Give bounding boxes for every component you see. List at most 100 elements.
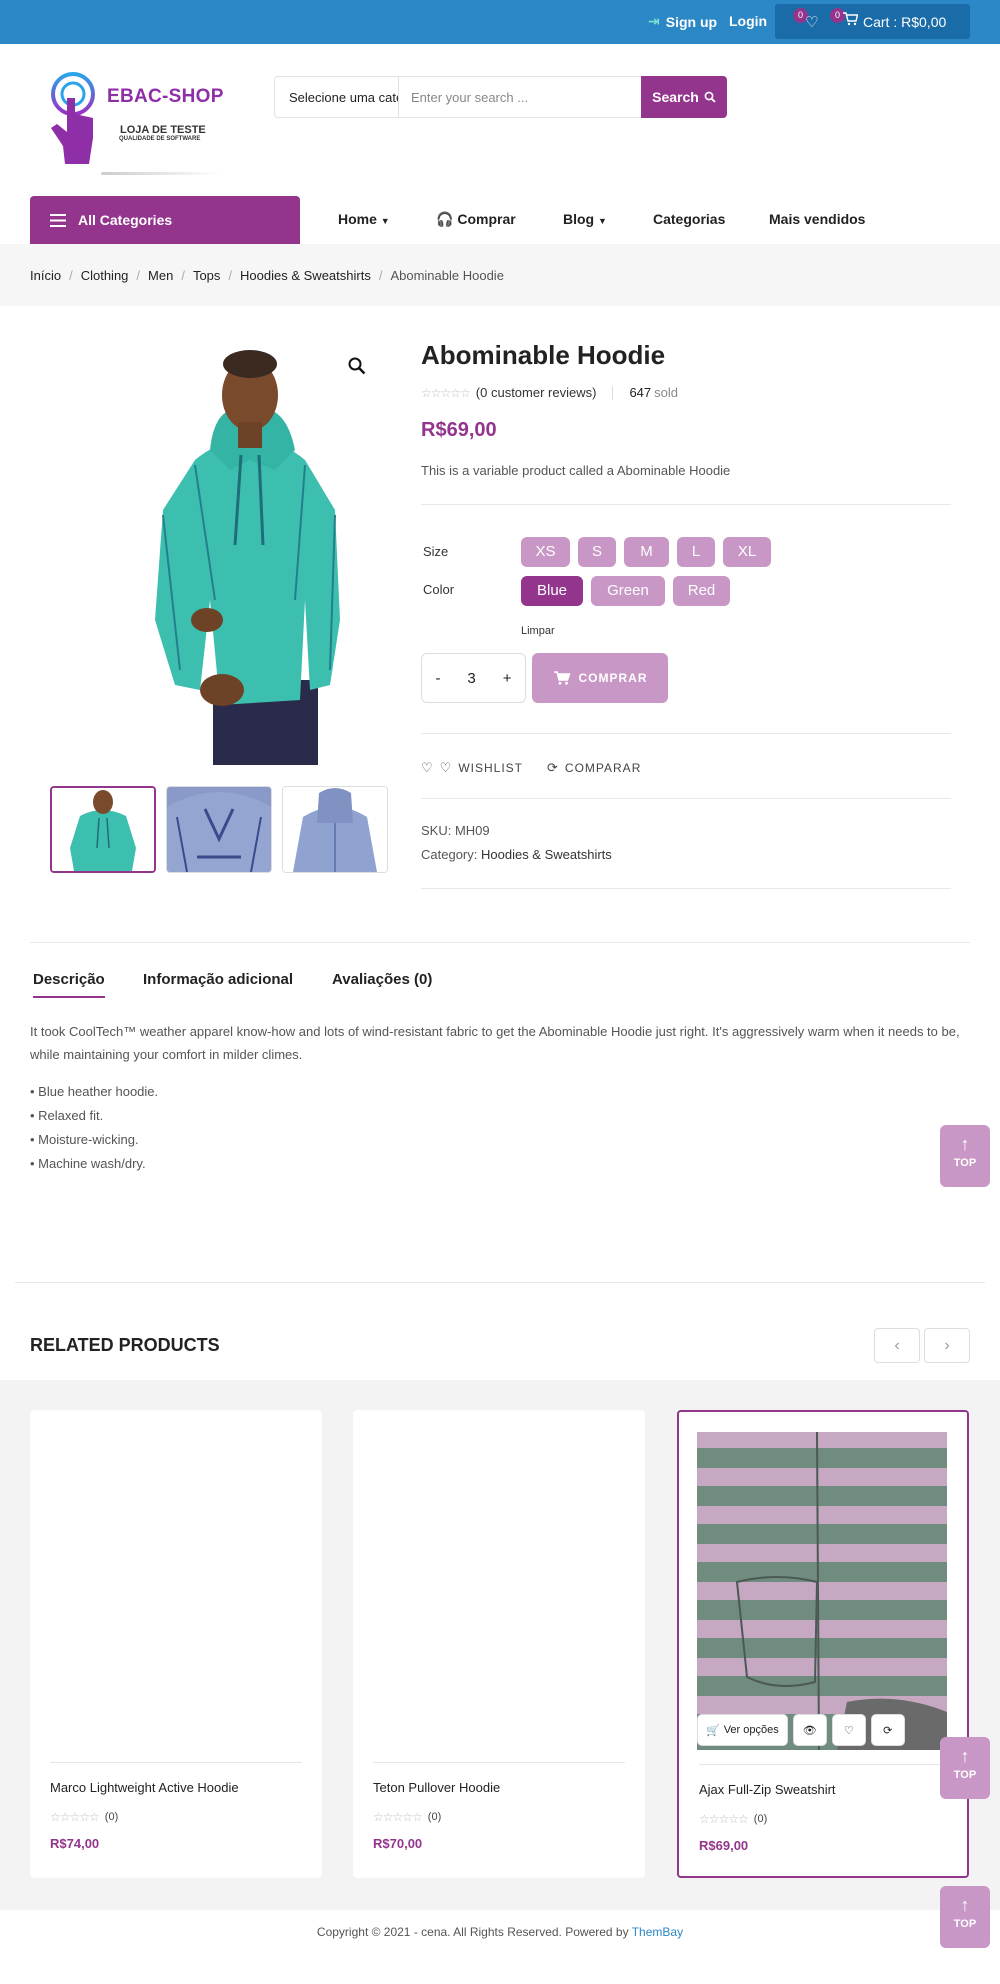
search-input[interactable] [401,78,631,116]
divider [15,1282,985,1283]
breadcrumb-item[interactable]: Clothing [81,268,129,283]
cart-icon[interactable] [842,12,859,30]
color-option-green[interactable]: Green [591,576,665,606]
breadcrumb-current: Abominable Hoodie [390,268,504,283]
product-card-name[interactable]: Teton Pullover Hoodie [373,1780,500,1795]
quick-view-button[interactable]: 👁 [792,1714,827,1746]
breadcrumb-item[interactable]: Tops [193,268,220,283]
hamburger-icon [50,213,66,227]
nav-home[interactable]: Home ▼ [338,211,390,227]
list-item: • Relaxed fit. [30,1108,104,1123]
chevron-right-icon: › [944,1337,950,1354]
color-option-red[interactable]: Red [673,576,730,606]
compare-button[interactable]: ⟳ [870,1714,905,1746]
product-thumbnail[interactable] [282,786,388,873]
carousel-next-button[interactable]: › [924,1328,970,1363]
carousel-prev-button[interactable]: ‹ [874,1328,920,1363]
product-card-price: R$70,00 [373,1836,423,1851]
product-card[interactable]: Teton Pullover Hoodie ☆☆☆☆☆ (0) R$70,00 [353,1410,645,1878]
divider [30,942,970,943]
size-option-m[interactable]: M [624,537,669,567]
search-category-select[interactable]: Selecione uma categoria [275,77,399,117]
product-card[interactable]: Marco Lightweight Active Hoodie ☆☆☆☆☆ (0)… [30,1410,322,1878]
category-link[interactable]: Hoodies & Sweatshirts [481,847,612,862]
nav-blog[interactable]: Blog ▼ [563,211,607,227]
nav-categorias[interactable]: Categorias [653,211,725,227]
star-rating-icon: ☆☆☆☆☆ [421,385,471,400]
quantity-stepper: - 3 + [421,653,526,703]
cart-total[interactable]: Cart : R$0,00 [863,14,946,30]
wishlist-button[interactable]: ♡ [831,1714,866,1746]
breadcrumb-item[interactable]: Hoodies & Sweatshirts [240,268,371,283]
heart-icon: ♡ [843,1724,854,1737]
size-option-l[interactable]: L [677,537,715,567]
cart-icon [553,671,570,685]
sold-label: sold [654,385,678,400]
product-thumbnail[interactable] [166,786,272,873]
site-logo[interactable]: EBAC-SHOP LOJA DE TESTE QUALIDADE DE SOF… [45,72,225,177]
compare-link[interactable]: ⟳ COMPARAR [547,760,641,776]
quantity-input[interactable]: 3 [467,670,475,687]
product-card-name[interactable]: Marco Lightweight Active Hoodie [50,1780,239,1795]
clear-selection-link[interactable]: Limpar [521,625,555,637]
product-sku: SKU: MH09 [421,823,490,838]
logo-tagline: QUALIDADE DE SOFTWARE [119,136,201,142]
size-option-xs[interactable]: XS [521,537,570,567]
footer-link[interactable]: ThemBay [632,1925,683,1939]
related-products-title: RELATED PRODUCTS [30,1335,220,1355]
arrow-up-icon: ↑ [960,1895,970,1915]
all-categories-label: All Categories [78,212,173,228]
add-to-cart-label: COMPRAR [578,671,648,685]
refresh-icon: ⟳ [547,760,559,775]
tab-avaliacoes[interactable]: Avaliações (0) [332,971,432,988]
product-card-price: R$74,00 [50,1836,100,1851]
color-option-blue[interactable]: Blue [521,576,583,606]
signup-icon: ⇥ [648,13,660,29]
product-card-rating: ☆☆☆☆☆ (0) [699,1812,768,1826]
product-short-description: This is a variable product called a Abom… [421,463,731,478]
cart-box[interactable]: 0 ♡ 0 Cart : R$0,00 [775,4,970,39]
tab-informacao-adicional[interactable]: Informação adicional [143,971,293,988]
product-price: R$69,00 [421,419,497,441]
tab-descricao[interactable]: Descrição [33,971,105,998]
list-item: • Moisture-wicking. [30,1132,139,1147]
search-button[interactable]: Search [641,76,727,118]
add-to-cart-button[interactable]: COMPRAR [532,653,668,703]
signup-link[interactable]: ⇥ Sign up [648,13,717,30]
product-rating: ☆☆☆☆☆ (0 customer reviews) 647 sold [421,385,678,400]
breadcrumb: Início / Clothing / Men / Tops / Hoodies & S… [30,268,504,283]
nav-mais-vendidos[interactable]: Mais vendidos [769,211,865,227]
product-card-name[interactable]: Ajax Full-Zip Sweatshirt [699,1782,836,1797]
product-title: Abominable Hoodie [421,340,666,370]
quantity-plus-button[interactable]: + [503,670,512,687]
breadcrumb-item[interactable]: Início [30,268,61,283]
nav-comprar[interactable]: 🎧 Comprar [436,211,516,228]
product-card[interactable]: 🛒 Ver opções 👁 ♡ ⟳ Ajax Full-Zip Sweatshi… [677,1410,969,1878]
logo-hand-icon [51,72,95,164]
eye-icon: 👁 [802,1724,817,1737]
zoom-icon[interactable] [348,357,366,380]
all-categories-button[interactable]: All Categories [30,196,300,244]
wishlist-link[interactable]: ♡ ♡ WISHLIST [421,760,523,776]
back-to-top-button[interactable]: ↑ TOP [940,1125,990,1187]
size-option-xl[interactable]: XL [723,537,771,567]
back-to-top-button[interactable]: ↑ TOP [940,1737,990,1799]
product-thumbnail[interactable] [50,786,156,873]
size-option-s[interactable]: S [578,537,616,567]
product-main-image[interactable] [135,340,345,765]
reviews-link[interactable]: (0 customer reviews) [476,385,597,400]
logo-shadow [101,172,221,175]
breadcrumb-item[interactable]: Men [148,268,173,283]
divider [421,798,951,799]
product-card-image[interactable] [697,1432,947,1750]
list-item: • Blue heather hoodie. [30,1084,159,1099]
heart-icon[interactable]: ♡ [805,13,818,31]
product-card-rating: ☆☆☆☆☆ (0) [373,1810,442,1824]
view-options-button[interactable]: 🛒 Ver opções [697,1714,788,1746]
login-link[interactable]: Login [729,13,767,29]
divider [421,733,951,734]
logo-subtitle: LOJA DE TESTE [120,124,206,136]
search-icon [704,91,716,103]
search-bar: Selecione uma categoria Search [274,76,727,118]
quantity-minus-button[interactable]: - [435,670,440,687]
